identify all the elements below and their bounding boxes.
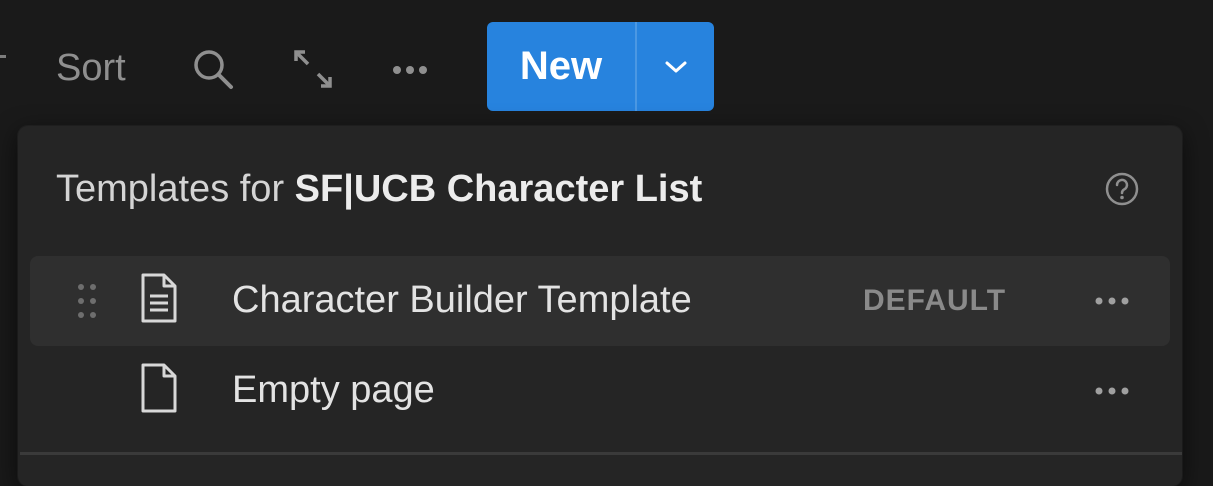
drag-handle-icon[interactable] — [74, 278, 100, 324]
sort-button[interactable]: Sort — [56, 44, 126, 92]
help-circle-icon[interactable] — [1103, 170, 1141, 208]
template-item-label: Empty page — [232, 369, 435, 411]
menu-bottom-divider — [20, 452, 1182, 455]
more-horizontal-icon[interactable] — [1082, 376, 1142, 406]
document-lines-icon — [138, 272, 180, 324]
new-button[interactable]: New — [487, 22, 635, 111]
templates-title-prefix: Templates for — [56, 168, 295, 210]
default-badge: DEFAULT — [863, 284, 1007, 317]
database-toolbar: Sort New — [0, 0, 1213, 130]
templates-menu: Templates for SF|UCB Character List Char… — [18, 126, 1182, 486]
more-horizontal-icon[interactable] — [1082, 286, 1142, 316]
expand-icon[interactable] — [290, 46, 336, 92]
toolbar-edge-divider — [0, 55, 6, 58]
templates-menu-title: Templates for SF|UCB Character List — [56, 168, 702, 211]
more-horizontal-icon[interactable] — [385, 50, 435, 90]
template-item-label: Character Builder Template — [232, 279, 692, 321]
template-item-empty-page[interactable]: Empty page — [30, 346, 1170, 436]
new-button-group: New — [487, 22, 714, 111]
chevron-down-icon[interactable] — [637, 22, 714, 111]
database-name: SF|UCB Character List — [294, 168, 703, 210]
template-item-character-builder[interactable]: Character Builder Template DEFAULT — [30, 256, 1170, 346]
document-icon — [138, 362, 180, 414]
search-icon[interactable] — [190, 46, 236, 92]
